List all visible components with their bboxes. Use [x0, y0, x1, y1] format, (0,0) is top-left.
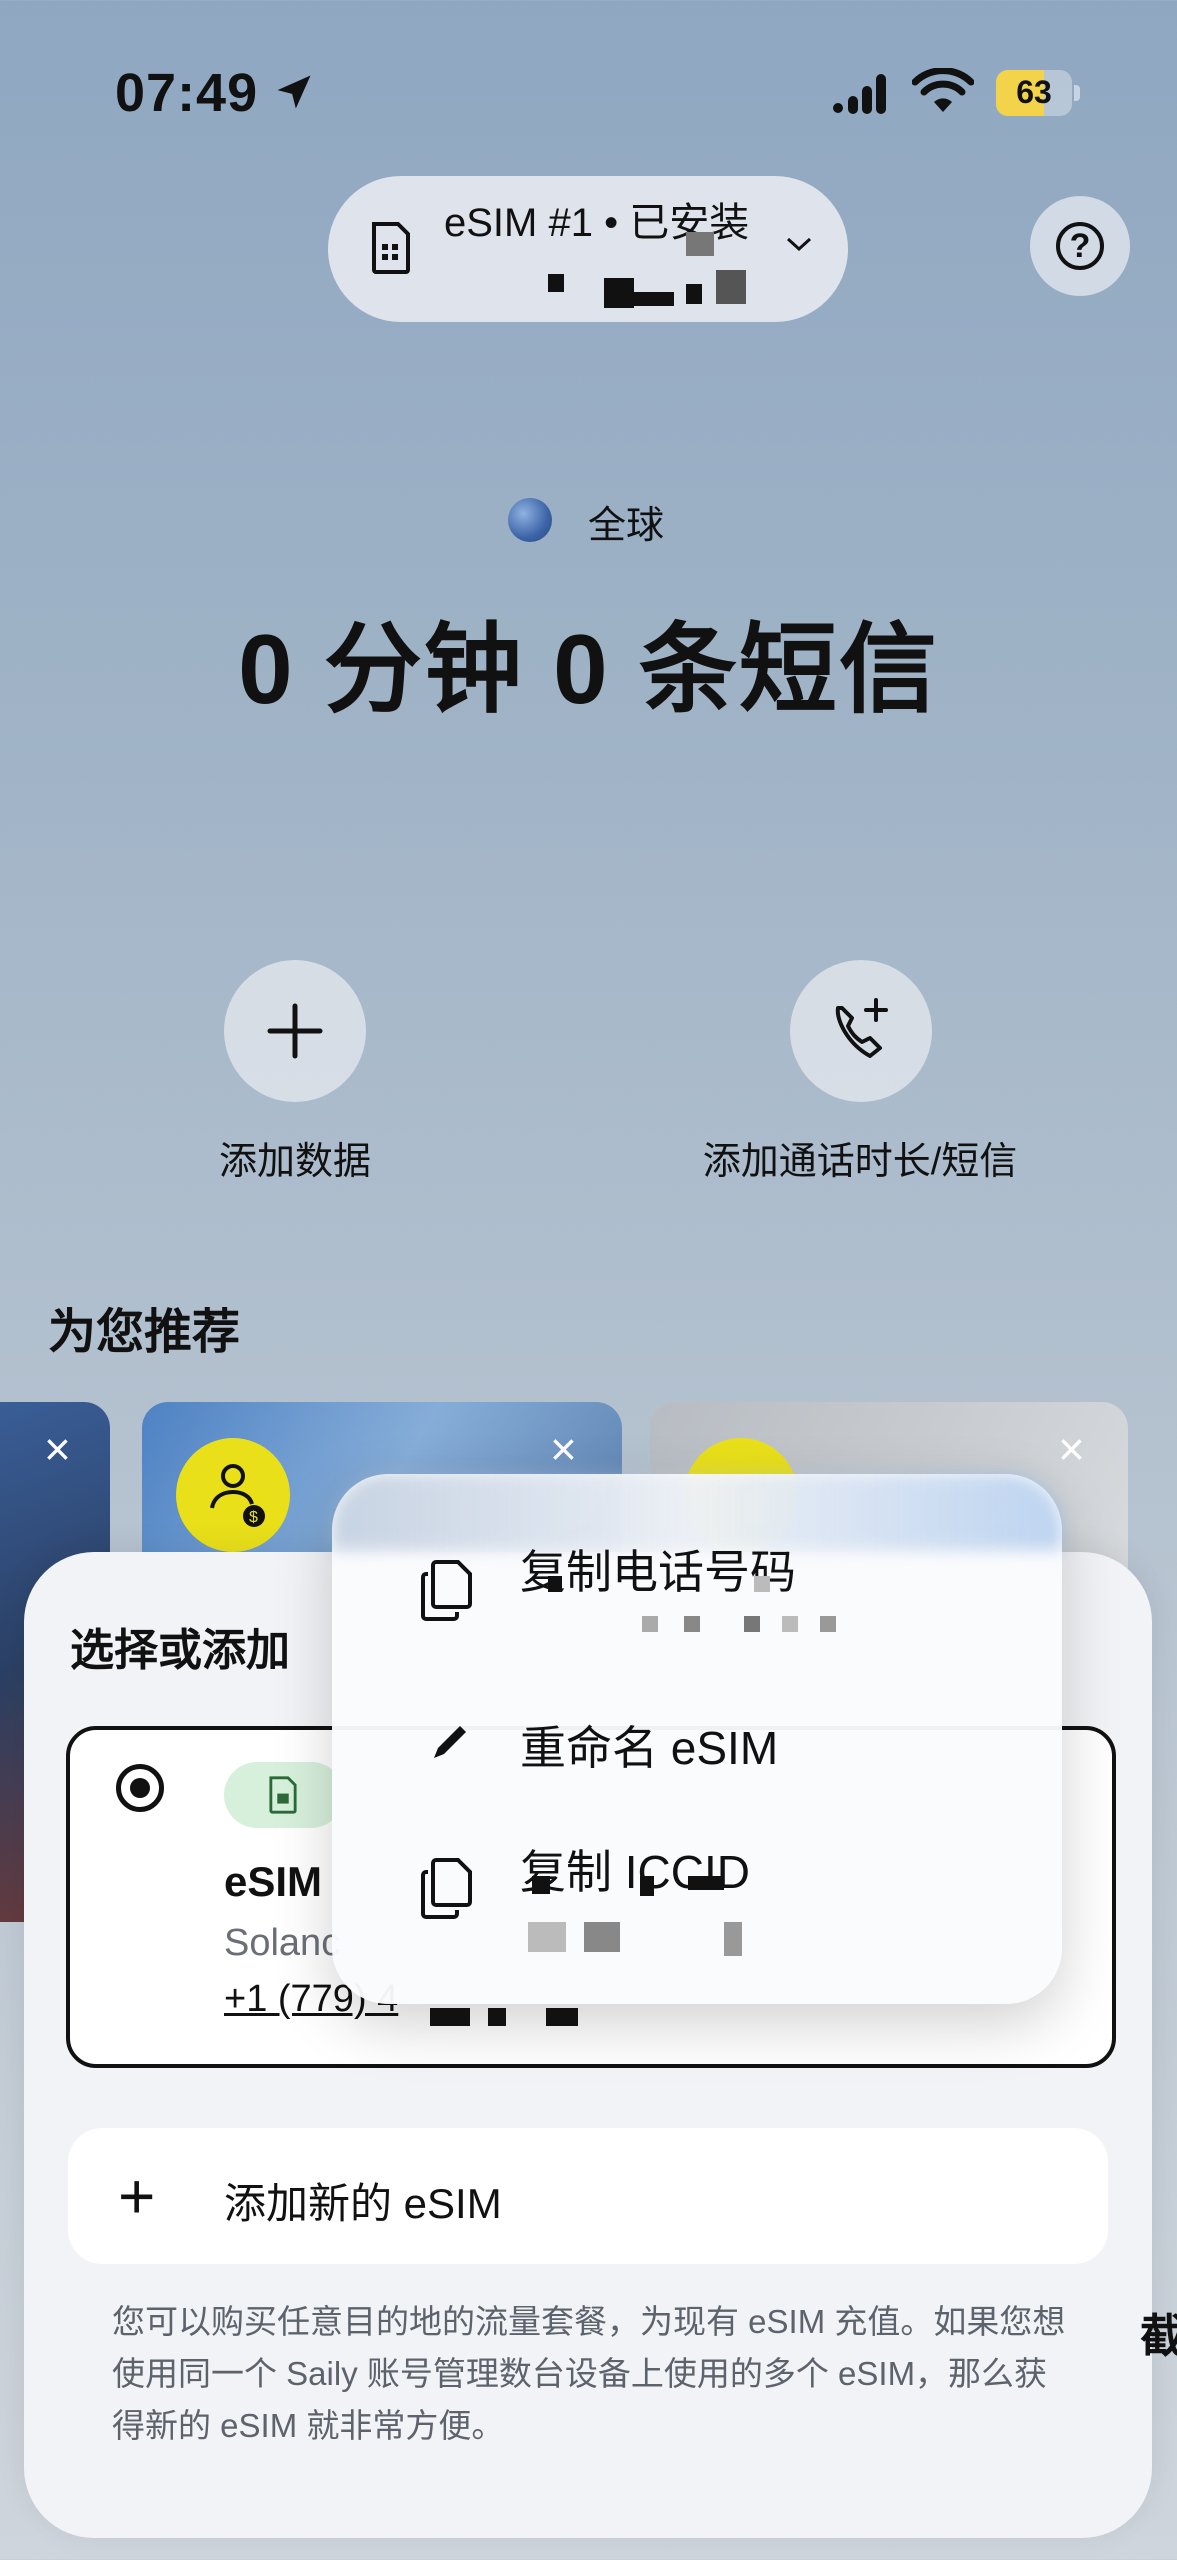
- battery-indicator: 63: [996, 70, 1080, 116]
- help-button[interactable]: ?: [1030, 196, 1130, 296]
- plus-icon: [267, 1003, 323, 1059]
- plus-icon: +: [118, 2160, 156, 2232]
- question-icon: ?: [1056, 222, 1104, 270]
- add-data-label: 添加数据: [218, 1141, 371, 1183]
- copy-icon: [421, 1560, 472, 1621]
- battery-percent: 63: [1016, 74, 1052, 110]
- sim-card-icon: [269, 1776, 297, 1814]
- redacted-number: [548, 232, 760, 310]
- copy-icon: [421, 1858, 472, 1919]
- cellular-signal-icon: [833, 74, 886, 114]
- redacted-iccid: [528, 1876, 748, 1956]
- selected-radio[interactable]: [116, 1764, 164, 1812]
- esim-status-chip: [224, 1762, 344, 1828]
- redacted-phone: [548, 1576, 848, 1636]
- recommend-badge: $: [176, 1438, 290, 1552]
- wifi-icon: [912, 68, 974, 112]
- location-arrow-icon: [277, 75, 311, 109]
- region-label: 全球: [588, 505, 665, 547]
- add-new-esim-label: 添加新的 eSIM: [224, 2180, 502, 2227]
- esim-card-name: eSIM: [224, 1858, 323, 1905]
- sheet-note: 您可以购买任意目的地的流量套餐，为现有 eSIM 充值。如果您想使用同一个 Sa…: [112, 2303, 1066, 2444]
- globe-icon: [508, 498, 552, 542]
- phone-add-icon: [835, 998, 888, 1058]
- pencil-icon: [434, 1726, 466, 1758]
- people-money-icon: $: [210, 1464, 265, 1527]
- esim-card-subtitle: Solanc: [224, 1922, 341, 1964]
- status-time: 07:49: [115, 63, 259, 123]
- chevron-down-icon: [786, 237, 812, 252]
- sheet-title: 选择或添加: [70, 1626, 290, 1675]
- close-icon[interactable]: ×: [550, 1422, 577, 1476]
- close-icon[interactable]: ×: [1058, 1422, 1085, 1476]
- sim-card-icon: [372, 222, 410, 274]
- redacted-phone-tail: [420, 2008, 590, 2038]
- add-data-button[interactable]: [224, 960, 366, 1102]
- partial-text: 截: [1140, 2310, 1177, 2362]
- menu-item-rename[interactable]: 重命名 eSIM: [520, 1712, 778, 1778]
- recommend-heading: 为您推荐: [48, 1306, 241, 1359]
- add-calls-button[interactable]: [790, 960, 932, 1102]
- close-icon[interactable]: ×: [44, 1422, 71, 1476]
- add-calls-label: 添加通话时长/短信: [702, 1141, 1018, 1183]
- svg-text:$: $: [249, 1509, 258, 1526]
- balance-headline: 0 分钟 0 条短信: [238, 614, 939, 724]
